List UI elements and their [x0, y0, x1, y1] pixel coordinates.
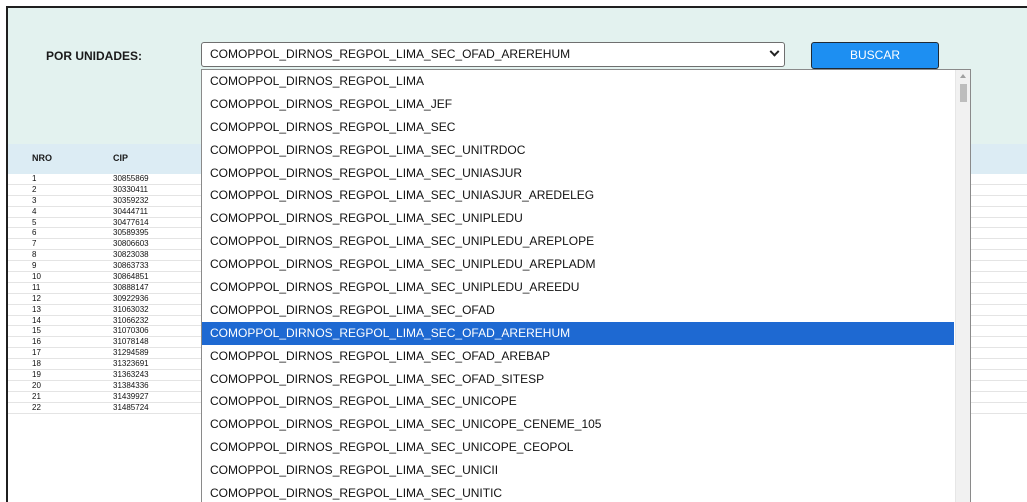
row-nro: 4: [32, 206, 37, 216]
row-nro: 11: [32, 282, 41, 292]
row-cip: 30477614: [113, 217, 149, 227]
scrollbar-thumb[interactable]: [960, 84, 967, 102]
dropdown-option[interactable]: COMOPPOL_DIRNOS_REGPOL_LIMA_SEC_OFAD_SIT…: [202, 368, 954, 391]
dropdown-option[interactable]: COMOPPOL_DIRNOS_REGPOL_LIMA_SEC_UNIPLEDU: [202, 207, 954, 230]
row-cip: 30863733: [113, 261, 149, 271]
dropdown-option[interactable]: COMOPPOL_DIRNOS_REGPOL_LIMA_SEC_UNIPLEDU…: [202, 276, 954, 299]
row-cip: 30589395: [113, 228, 149, 238]
row-nro: 10: [32, 272, 41, 282]
dropdown-option[interactable]: COMOPPOL_DIRNOS_REGPOL_LIMA_SEC_UNICOPE_…: [202, 413, 954, 436]
row-cip: 31439927: [113, 391, 149, 401]
row-nro: 19: [32, 370, 41, 380]
row-nro: 8: [32, 250, 37, 260]
dropdown-option[interactable]: COMOPPOL_DIRNOS_REGPOL_LIMA_SEC_UNICOPE_…: [202, 436, 954, 459]
row-nro: 6: [32, 228, 37, 238]
buscar-button[interactable]: BUSCAR: [811, 42, 939, 69]
row-nro: 9: [32, 261, 37, 271]
dropdown-scrollbar[interactable]: [955, 70, 970, 502]
chevron-down-icon: [769, 46, 780, 57]
app-frame: POR UNIDADES: COMOPPOL_DIRNOS_REGPOL_LIM…: [6, 6, 1027, 502]
row-nro: 18: [32, 359, 41, 369]
dropdown-option[interactable]: COMOPPOL_DIRNOS_REGPOL_LIMA_SEC_UNIPLEDU…: [202, 230, 954, 253]
unidades-select-value: COMOPPOL_DIRNOS_REGPOL_LIMA_SEC_OFAD_ARE…: [210, 47, 571, 61]
row-nro: 1: [32, 174, 37, 183]
dropdown-option[interactable]: COMOPPOL_DIRNOS_REGPOL_LIMA_SEC_UNICOPE: [202, 390, 954, 413]
row-cip: 30806603: [113, 239, 149, 249]
row-cip: 31384336: [113, 380, 149, 390]
row-nro: 15: [32, 326, 41, 336]
row-cip: 30823038: [113, 250, 149, 260]
scroll-up-arrow-icon[interactable]: [960, 74, 966, 78]
dropdown-option[interactable]: COMOPPOL_DIRNOS_REGPOL_LIMA_SEC_UNICII: [202, 459, 954, 482]
dropdown-option[interactable]: COMOPPOL_DIRNOS_REGPOL_LIMA_SEC_OFAD_ARE…: [202, 345, 954, 368]
row-cip: 30855869: [113, 174, 149, 183]
row-cip: 31066232: [113, 315, 149, 325]
row-nro: 16: [32, 337, 41, 347]
dropdown-option[interactable]: COMOPPOL_DIRNOS_REGPOL_LIMA_SEC_OFAD: [202, 299, 954, 322]
row-cip: 30888147: [113, 282, 149, 292]
dropdown-option[interactable]: COMOPPOL_DIRNOS_REGPOL_LIMA_SEC_UNIASJUR: [202, 162, 954, 185]
row-cip: 31323691: [113, 359, 149, 369]
row-cip: 30864851: [113, 272, 149, 282]
dropdown-option[interactable]: COMOPPOL_DIRNOS_REGPOL_LIMA_SEC_OFAD_ARE…: [202, 321, 954, 345]
row-nro: 3: [32, 195, 37, 205]
row-nro: 17: [32, 348, 41, 358]
dropdown-option[interactable]: COMOPPOL_DIRNOS_REGPOL_LIMA: [202, 70, 954, 93]
row-nro: 12: [32, 293, 41, 303]
unidades-select[interactable]: COMOPPOL_DIRNOS_REGPOL_LIMA_SEC_OFAD_ARE…: [201, 42, 785, 67]
row-cip: 31294589: [113, 348, 149, 358]
row-cip: 30330411: [113, 184, 148, 194]
por-unidades-label: POR UNIDADES:: [46, 49, 143, 63]
unidades-dropdown-list[interactable]: COMOPPOL_DIRNOS_REGPOL_LIMA COMOPPOL_DIRN…: [201, 69, 971, 502]
row-cip: 31078148: [113, 337, 149, 347]
dropdown-option[interactable]: COMOPPOL_DIRNOS_REGPOL_LIMA_SEC_UNIASJUR…: [202, 184, 954, 207]
row-cip: 30444711: [113, 206, 148, 216]
column-header-nro: NRO: [32, 153, 52, 163]
row-cip: 31363243: [113, 370, 149, 380]
row-nro: 21: [32, 391, 41, 401]
dropdown-option[interactable]: COMOPPOL_DIRNOS_REGPOL_LIMA_SEC_UNITIC: [202, 482, 954, 502]
row-nro: 20: [32, 380, 41, 390]
row-cip: 31485724: [113, 402, 149, 412]
row-cip: 30359232: [113, 195, 149, 205]
row-nro: 13: [32, 304, 41, 314]
dropdown-option[interactable]: COMOPPOL_DIRNOS_REGPOL_LIMA_JEF: [202, 93, 954, 116]
row-nro: 22: [32, 402, 41, 412]
row-nro: 5: [32, 217, 37, 227]
dropdown-options: COMOPPOL_DIRNOS_REGPOL_LIMA COMOPPOL_DIRN…: [202, 70, 970, 502]
row-nro: 7: [32, 239, 37, 249]
dropdown-option[interactable]: COMOPPOL_DIRNOS_REGPOL_LIMA_SEC_UNITRDOC: [202, 139, 954, 162]
row-nro: 2: [32, 184, 37, 194]
row-cip: 31063032: [113, 304, 149, 314]
dropdown-option[interactable]: COMOPPOL_DIRNOS_REGPOL_LIMA_SEC: [202, 116, 954, 139]
dropdown-option[interactable]: COMOPPOL_DIRNOS_REGPOL_LIMA_SEC_UNIPLEDU…: [202, 253, 954, 276]
row-cip: 30922936: [113, 293, 149, 303]
column-header-cip: CIP: [113, 153, 129, 163]
row-cip: 31070306: [113, 326, 149, 336]
row-nro: 14: [32, 315, 41, 325]
